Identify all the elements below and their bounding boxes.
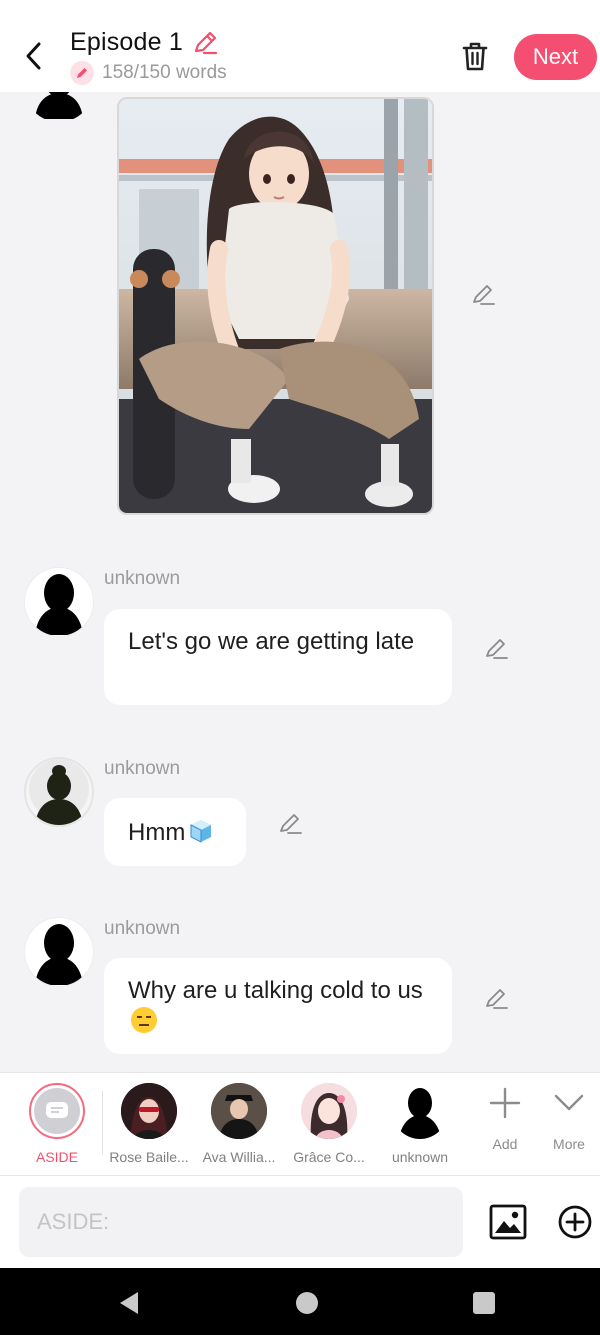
system-nav-bar	[0, 1268, 600, 1335]
chat-area[interactable]: unknown Let's go we are getting late unk…	[0, 92, 600, 1072]
expressionless-face-icon	[131, 1007, 157, 1033]
circle-home-icon	[296, 1292, 318, 1314]
character-unknown[interactable]: unknown	[374, 1083, 466, 1165]
silhouette-icon	[35, 574, 83, 635]
triangle-back-icon	[120, 1292, 138, 1314]
add-label: Add	[492, 1136, 518, 1152]
delete-button[interactable]	[458, 39, 492, 73]
edit-message-button[interactable]	[481, 634, 511, 664]
character-label: Ava Willia...	[202, 1149, 276, 1165]
speaker-name: unknown	[104, 568, 181, 589]
next-button[interactable]: Next	[514, 34, 597, 80]
pencil-icon	[194, 31, 218, 54]
message-bubble[interactable]: Why are u talking cold to us	[104, 958, 452, 1054]
anime-girl-skateboard-illustration	[119, 99, 432, 513]
character-rose[interactable]: Rose Baile...	[103, 1083, 195, 1165]
message-text: Why are u talking cold to us	[128, 977, 423, 1004]
nav-recents-button[interactable]	[469, 1288, 499, 1318]
trash-icon	[462, 42, 488, 71]
pencil-icon	[486, 989, 508, 1009]
silhouette-icon	[35, 924, 83, 985]
character-label: unknown	[391, 1149, 449, 1165]
character-avatar	[121, 1083, 177, 1139]
word-count-badge	[70, 61, 94, 85]
plus-circle-icon	[558, 1205, 592, 1239]
aside-avatar	[29, 1083, 85, 1139]
pencil-icon	[280, 814, 302, 834]
message-text: Let's go we are getting late	[128, 628, 415, 655]
silhouette-icon	[35, 92, 83, 119]
speaker-name: unknown	[104, 758, 181, 779]
avatar[interactable]	[24, 92, 94, 122]
chevron-down-icon	[554, 1094, 584, 1111]
story-image[interactable]	[117, 97, 434, 515]
more-button[interactable]: More	[537, 1085, 600, 1152]
avatar[interactable]	[24, 757, 94, 827]
character-label: Grâce Co...	[293, 1149, 365, 1165]
pencil-icon	[473, 285, 495, 305]
pencil-icon	[486, 639, 508, 659]
composer	[0, 1176, 600, 1268]
speaker-name: unknown	[104, 918, 181, 939]
word-count: 158/150 words	[102, 62, 227, 83]
message-bubble[interactable]: Let's go we are getting late	[104, 609, 452, 705]
character-avatar	[301, 1083, 357, 1139]
character-avatar	[392, 1083, 448, 1139]
page-title: Episode 1	[70, 28, 183, 56]
back-arrow-icon	[26, 42, 41, 70]
character-ava[interactable]: Ava Willia...	[193, 1083, 285, 1165]
edit-title-button[interactable]	[191, 29, 219, 57]
add-character-button[interactable]: Add	[473, 1085, 537, 1152]
avatar[interactable]	[24, 567, 94, 637]
add-content-button[interactable]	[555, 1202, 595, 1242]
character-bar: ASIDE Rose Baile... Ava Willia... Grâce …	[0, 1072, 600, 1176]
more-label: More	[553, 1136, 585, 1152]
edit-message-button[interactable]	[481, 984, 511, 1014]
image-icon	[489, 1204, 527, 1240]
edit-image-button[interactable]	[468, 280, 498, 310]
message-bubble[interactable]: Hmm	[104, 798, 246, 866]
square-recents-icon	[473, 1292, 495, 1314]
avatar[interactable]	[24, 917, 94, 987]
character-aside[interactable]: ASIDE	[11, 1083, 103, 1165]
title-block: Episode 1 158/150 words	[70, 28, 227, 85]
nav-home-button[interactable]	[292, 1288, 322, 1318]
character-portrait	[301, 1083, 357, 1139]
character-portrait	[121, 1083, 177, 1139]
pencil-icon	[77, 68, 87, 78]
character-grace[interactable]: Grâce Co...	[283, 1083, 375, 1165]
character-label: Rose Baile...	[109, 1149, 189, 1165]
silhouette-icon	[29, 759, 89, 825]
silhouette-icon	[399, 1088, 441, 1139]
message-text: Hmm	[128, 819, 186, 846]
top-bar: Episode 1 158/150 words Next	[0, 0, 600, 92]
plus-icon	[489, 1087, 521, 1119]
character-avatar	[211, 1083, 267, 1139]
edit-message-button[interactable]	[275, 809, 305, 839]
insert-image-button[interactable]	[488, 1202, 528, 1242]
character-portrait	[211, 1083, 267, 1139]
back-button[interactable]	[18, 36, 50, 76]
character-label: ASIDE	[35, 1149, 78, 1165]
message-input[interactable]	[19, 1187, 463, 1257]
ice-cube-icon	[190, 820, 212, 843]
chat-bubble-icon	[46, 1102, 68, 1118]
nav-back-button[interactable]	[114, 1288, 144, 1318]
